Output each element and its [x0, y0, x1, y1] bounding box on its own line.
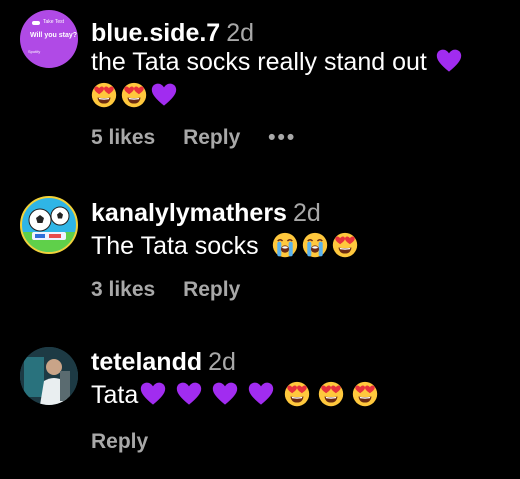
purple-heart-icon [212, 381, 238, 407]
reply-button[interactable]: Reply [183, 278, 240, 301]
heart-eyes-icon [352, 381, 378, 407]
timestamp: 2d [226, 19, 255, 47]
username[interactable]: tetelandd [91, 348, 202, 376]
purple-heart-icon [176, 381, 202, 407]
heart-eyes-icon [284, 381, 310, 407]
timestamp: 2d [208, 348, 236, 376]
purple-heart-icon [248, 381, 274, 407]
comment-text: Tata [91, 381, 139, 409]
soccer-ball-icon [22, 206, 76, 252]
username[interactable]: blue.side.7 [91, 19, 220, 47]
heart-eyes-icon [332, 232, 358, 258]
more-options-icon[interactable]: ••• [268, 126, 296, 149]
reply-button[interactable]: Reply [91, 430, 148, 453]
crying-face-icon [272, 232, 298, 258]
comment-text: The Tata socks [91, 232, 259, 260]
avatar-text-2: Will you stay? [30, 32, 78, 39]
heart-eyes-icon [121, 82, 147, 108]
reply-button[interactable]: Reply [183, 126, 240, 149]
avatar-photo-icon [20, 347, 78, 405]
likes-count[interactable]: 3 likes [91, 278, 155, 301]
purple-heart-icon [436, 48, 462, 74]
username[interactable]: kanalylymathers [91, 199, 287, 227]
avatar[interactable]: Take Test Will you stay? Spotify [20, 10, 78, 68]
avatar[interactable] [20, 347, 78, 405]
comment-text: the Tata socks really stand out [91, 48, 427, 76]
avatar-text-3: Spotify [28, 49, 41, 54]
heart-eyes-icon [318, 381, 344, 407]
avatar-text-1: Take Test [43, 19, 65, 25]
purple-heart-icon [151, 82, 177, 108]
purple-heart-icon [140, 381, 166, 407]
avatar[interactable] [20, 196, 78, 254]
likes-count[interactable]: 5 likes [91, 126, 155, 149]
heart-eyes-icon [91, 82, 117, 108]
timestamp: 2d [292, 199, 321, 227]
crying-face-icon [302, 232, 328, 258]
